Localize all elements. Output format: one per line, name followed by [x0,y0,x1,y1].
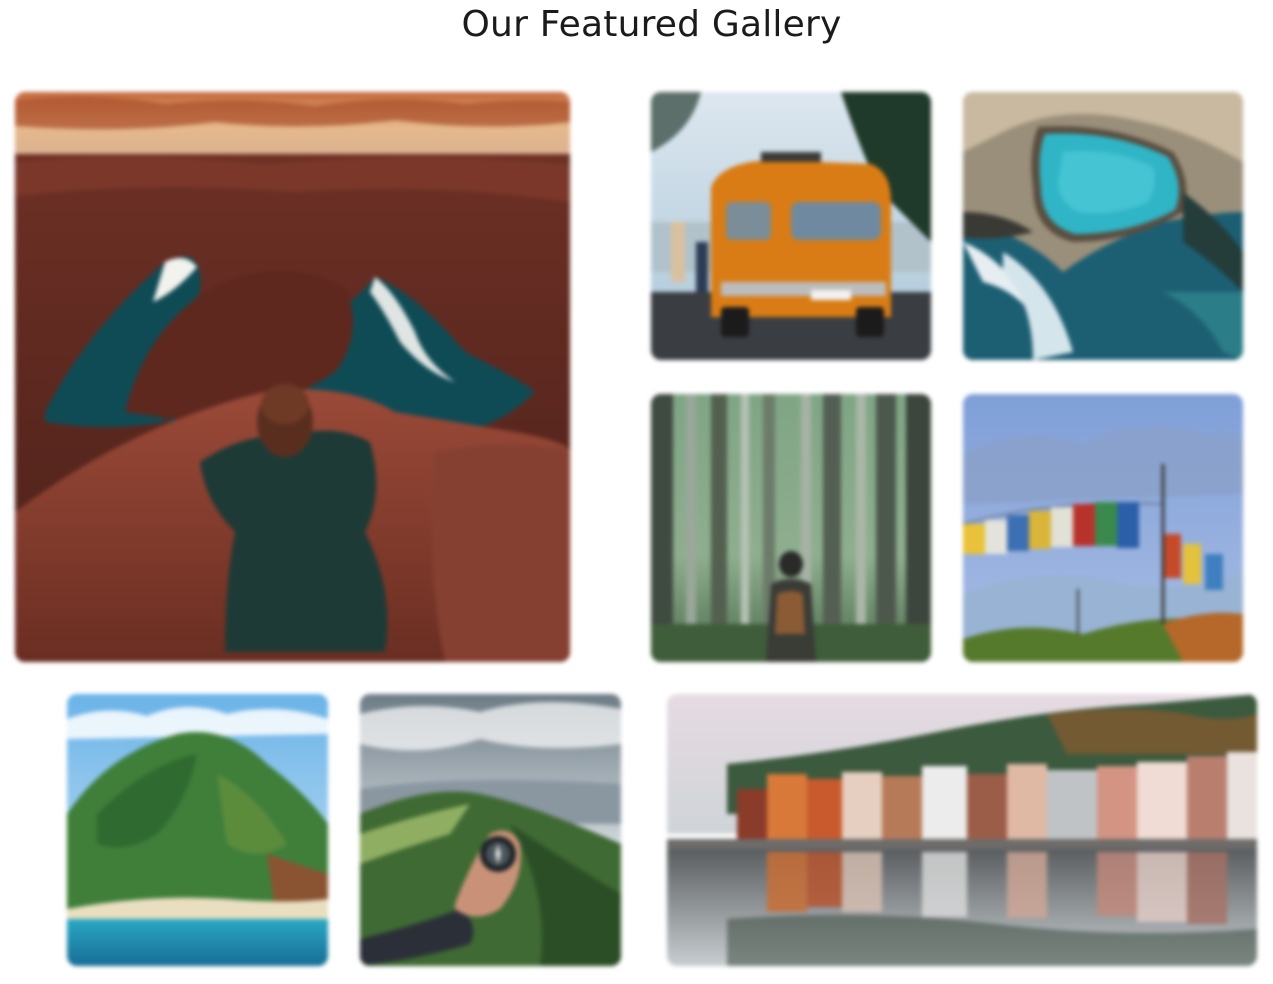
page-title: Our Featured Gallery [461,4,842,45]
canyon-photo[interactable] [15,92,570,662]
pool-photo[interactable] [963,92,1243,360]
van-photo[interactable] [651,92,931,360]
island-photo[interactable] [67,694,328,966]
prayer-flags-photo[interactable] [963,394,1243,662]
forest-photo[interactable] [651,394,931,662]
compass-photo[interactable] [360,694,621,966]
harbor-photo[interactable] [667,694,1257,966]
